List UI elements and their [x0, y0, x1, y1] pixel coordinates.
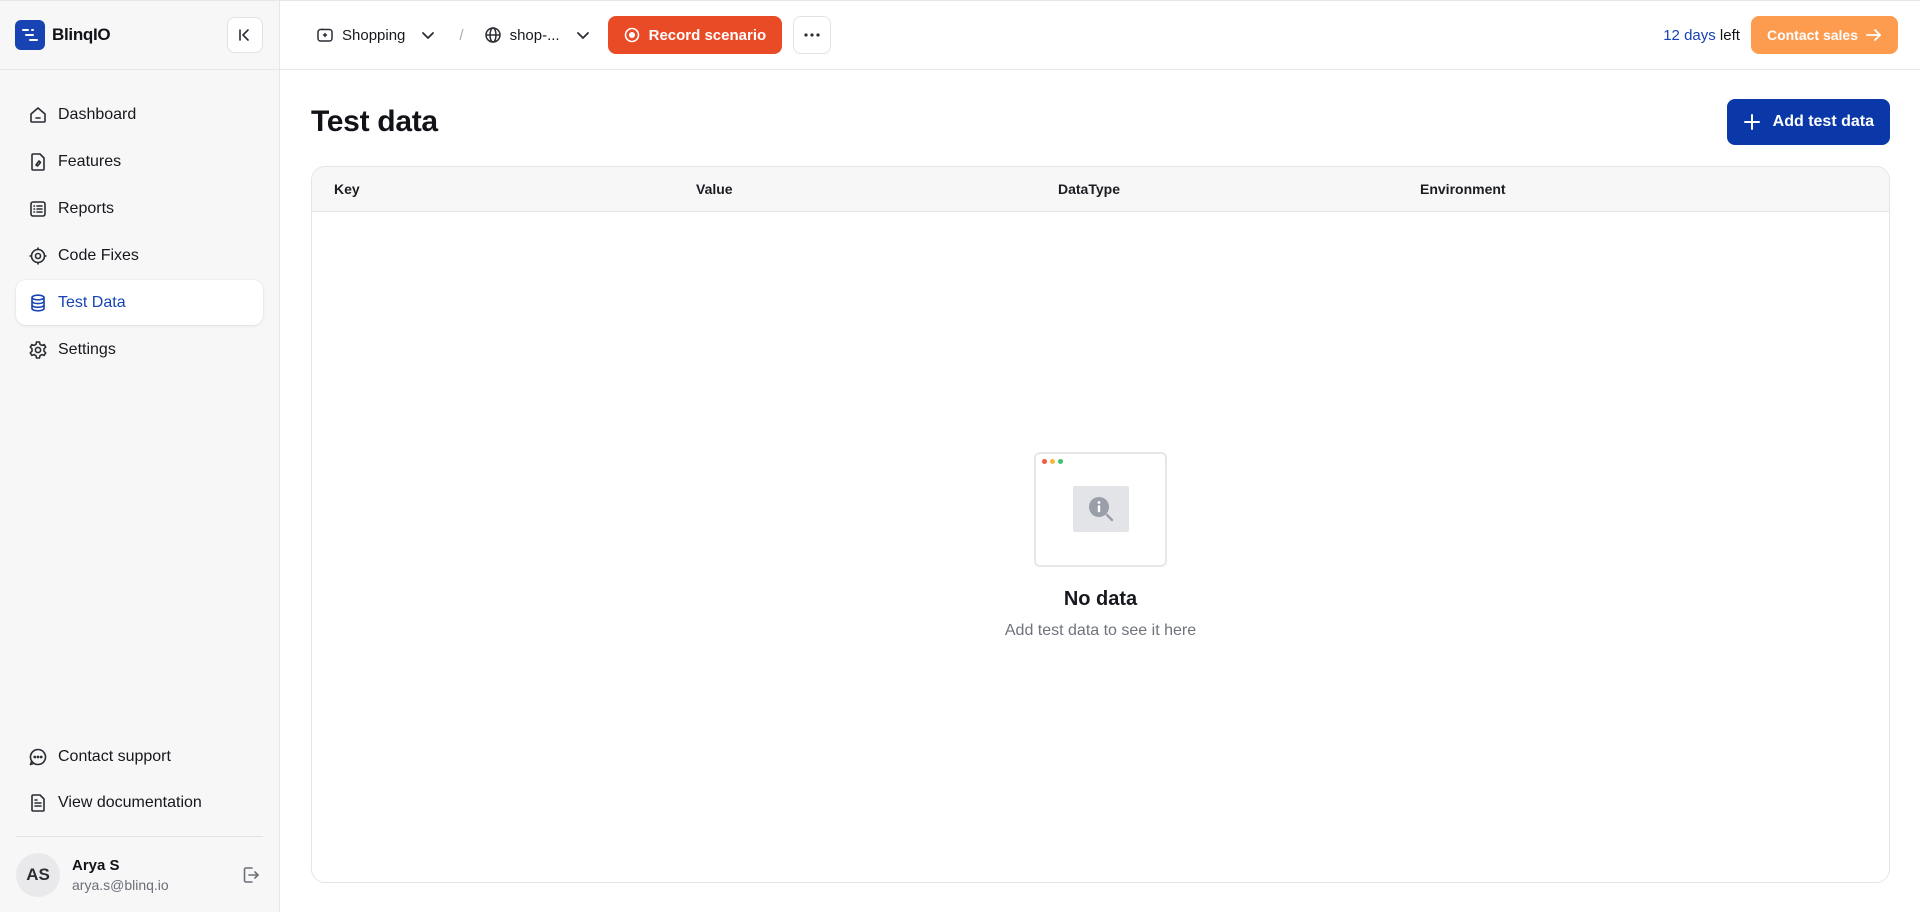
chevron-down-icon [421, 28, 435, 42]
arrow-right-icon [1866, 29, 1881, 41]
app-root: BlinqIO Dashboard Features Reports Code … [0, 0, 1920, 912]
sidebar-item-settings[interactable]: Settings [16, 327, 263, 372]
sidebar-item-label: Features [58, 152, 122, 170]
test-data-table: Key Value DataType Environment No data A… [311, 166, 1890, 883]
contact-sales-button[interactable]: Contact sales [1750, 16, 1898, 54]
report-list-icon [28, 199, 48, 219]
more-horizontal-icon [804, 33, 820, 37]
table-header: Key Value DataType Environment [312, 167, 1889, 212]
page-content: Test data Add test data Key Value DataTy… [280, 70, 1920, 883]
sidebar-item-label: Test Data [58, 293, 126, 311]
empty-state: No data Add test data to see it here [312, 452, 1889, 640]
logout-icon [243, 866, 259, 883]
user-name: Arya S [72, 856, 120, 874]
more-options-button[interactable] [793, 16, 832, 54]
brand-row: BlinqIO [0, 1, 279, 70]
sidebar-item-dashboard[interactable]: Dashboard [16, 92, 263, 137]
sidebar: BlinqIO Dashboard Features Reports Code … [0, 1, 280, 912]
user-email: arya.s@blinq.io [72, 876, 169, 893]
environment-selector[interactable]: shop-... [484, 26, 590, 44]
column-header-environment[interactable]: Environment [1420, 181, 1782, 197]
home-icon [28, 105, 48, 125]
breadcrumb-separator: / [459, 26, 464, 44]
collapse-left-icon [239, 29, 249, 41]
feature-file-icon [28, 152, 48, 172]
view-documentation-link[interactable]: View documentation [16, 780, 263, 826]
contact-support-link[interactable]: Contact support [16, 734, 263, 780]
sidebar-item-label: Settings [58, 340, 116, 358]
globe-icon [484, 27, 501, 43]
user-info: Arya S arya.s@blinq.io [72, 857, 227, 893]
window-dot-green [1058, 459, 1063, 464]
chat-bubble-icon [28, 747, 48, 767]
info-search-icon [1073, 486, 1129, 532]
logout-button[interactable] [239, 863, 263, 887]
topbar: Shopping / shop-... Record scenario 12 d… [280, 1, 1920, 70]
brand[interactable]: BlinqIO [15, 20, 111, 50]
column-header-value[interactable]: Value [696, 181, 1058, 197]
column-header-datatype[interactable]: DataType [1058, 181, 1420, 197]
record-scenario-label: Record scenario [648, 26, 767, 44]
project-selector[interactable]: Shopping [316, 26, 435, 44]
window-dots [1042, 459, 1063, 464]
record-icon [624, 27, 639, 43]
project-name: Shopping [342, 26, 406, 44]
brand-name: BlinqIO [52, 25, 111, 44]
sidebar-item-code-fixes[interactable]: Code Fixes [16, 233, 263, 278]
user-profile: AS Arya S arya.s@blinq.io [16, 836, 263, 912]
document-icon [28, 793, 48, 813]
trial-suffix: left [1715, 26, 1740, 44]
trial-remaining: 12 days left [1663, 27, 1740, 44]
empty-state-subtitle: Add test data to see it here [1004, 622, 1197, 639]
sidebar-item-test-data[interactable]: Test Data [16, 280, 263, 325]
view-documentation-label: View documentation [58, 794, 202, 811]
window-dot-yellow [1050, 459, 1055, 464]
project-folder-icon [317, 28, 333, 42]
environment-name: shop-... [509, 26, 560, 44]
sidebar-item-reports[interactable]: Reports [16, 186, 263, 231]
window-dot-red [1042, 459, 1047, 464]
sidebar-item-label: Dashboard [58, 105, 137, 123]
chevron-down-icon [576, 28, 590, 42]
plus-icon [1743, 114, 1760, 130]
sidebar-nav: Dashboard Features Reports Code Fixes Te… [0, 70, 279, 372]
sidebar-item-label: Code Fixes [58, 246, 139, 264]
page-header: Test data Add test data [311, 99, 1890, 145]
database-icon [28, 293, 48, 313]
add-test-data-button[interactable]: Add test data [1726, 99, 1890, 145]
empty-state-title: No data [1063, 588, 1138, 610]
sidebar-item-features[interactable]: Features [16, 139, 263, 184]
sidebar-bottom: Contact support View documentation AS Ar… [16, 734, 263, 912]
trial-days: 12 days [1663, 26, 1716, 44]
avatar[interactable]: AS [16, 852, 60, 897]
column-header-key[interactable]: Key [334, 181, 696, 197]
page-title: Test data [311, 105, 438, 138]
empty-search-illustration-icon [1034, 452, 1167, 567]
record-scenario-button[interactable]: Record scenario [607, 16, 783, 54]
collapse-sidebar-button[interactable] [227, 17, 263, 53]
contact-sales-label: Contact sales [1766, 27, 1858, 43]
add-test-data-label: Add test data [1772, 113, 1874, 130]
brand-logo-icon [15, 20, 45, 50]
code-fix-gear-icon [28, 246, 48, 266]
sidebar-item-label: Reports [58, 199, 115, 217]
contact-support-label: Contact support [58, 748, 171, 765]
gear-icon [28, 340, 48, 360]
main-area: Shopping / shop-... Record scenario 12 d… [280, 1, 1920, 912]
